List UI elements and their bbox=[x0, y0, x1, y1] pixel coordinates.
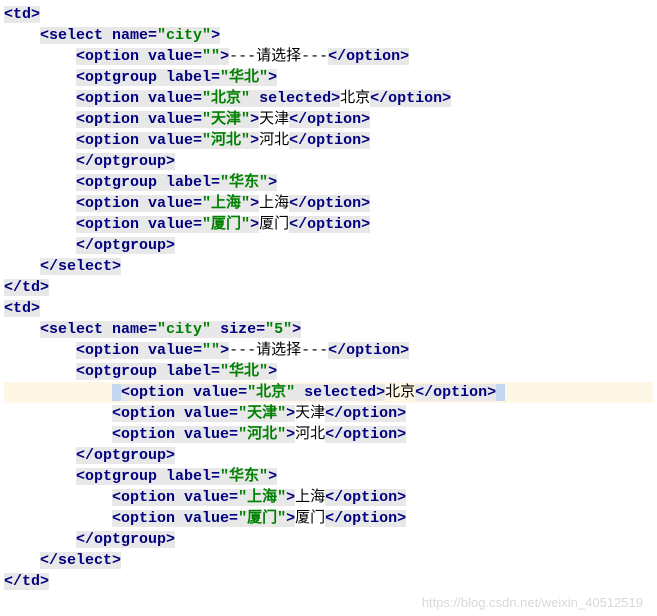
code-line: <option value="">---请选择---</option> bbox=[4, 340, 653, 361]
code-block: <td> <select name="city"> <option value=… bbox=[4, 4, 653, 592]
code-line: <option value="河北">河北</option> bbox=[4, 424, 653, 445]
code-line: <option value="天津">天津</option> bbox=[4, 109, 653, 130]
code-line: <optgroup label="华北"> bbox=[4, 361, 653, 382]
code-line: <option value="河北">河北</option> bbox=[4, 130, 653, 151]
selection-start bbox=[112, 384, 121, 401]
code-line: <option value="厦门">厦门</option> bbox=[4, 508, 653, 529]
code-line: </optgroup> bbox=[4, 529, 653, 550]
code-line: </optgroup> bbox=[4, 445, 653, 466]
selection-end bbox=[496, 384, 505, 401]
code-line: <optgroup label="华东"> bbox=[4, 466, 653, 487]
code-line: <td> bbox=[4, 4, 653, 25]
code-line: <option value="">---请选择---</option> bbox=[4, 46, 653, 67]
code-line: </optgroup> bbox=[4, 151, 653, 172]
code-line: <select name="city"> bbox=[4, 25, 653, 46]
code-line: </select> bbox=[4, 256, 653, 277]
code-line: <option value="上海">上海</option> bbox=[4, 193, 653, 214]
code-line: <option value="厦门">厦门</option> bbox=[4, 214, 653, 235]
code-line: <optgroup label="华东"> bbox=[4, 172, 653, 193]
code-line: </td> bbox=[4, 277, 653, 298]
highlighted-line: <option value="北京" selected>北京</option> bbox=[4, 382, 653, 403]
code-line: </optgroup> bbox=[4, 235, 653, 256]
code-line: <select name="city" size="5"> bbox=[4, 319, 653, 340]
watermark-text: https://blog.csdn.net/weixin_40512519 bbox=[4, 594, 653, 612]
code-line: <td> bbox=[4, 298, 653, 319]
code-line: <option value="北京" selected>北京</option> bbox=[4, 88, 653, 109]
code-line: <optgroup label="华北"> bbox=[4, 67, 653, 88]
code-line: <option value="上海">上海</option> bbox=[4, 487, 653, 508]
code-line: </select> bbox=[4, 550, 653, 571]
code-line: <option value="天津">天津</option> bbox=[4, 403, 653, 424]
